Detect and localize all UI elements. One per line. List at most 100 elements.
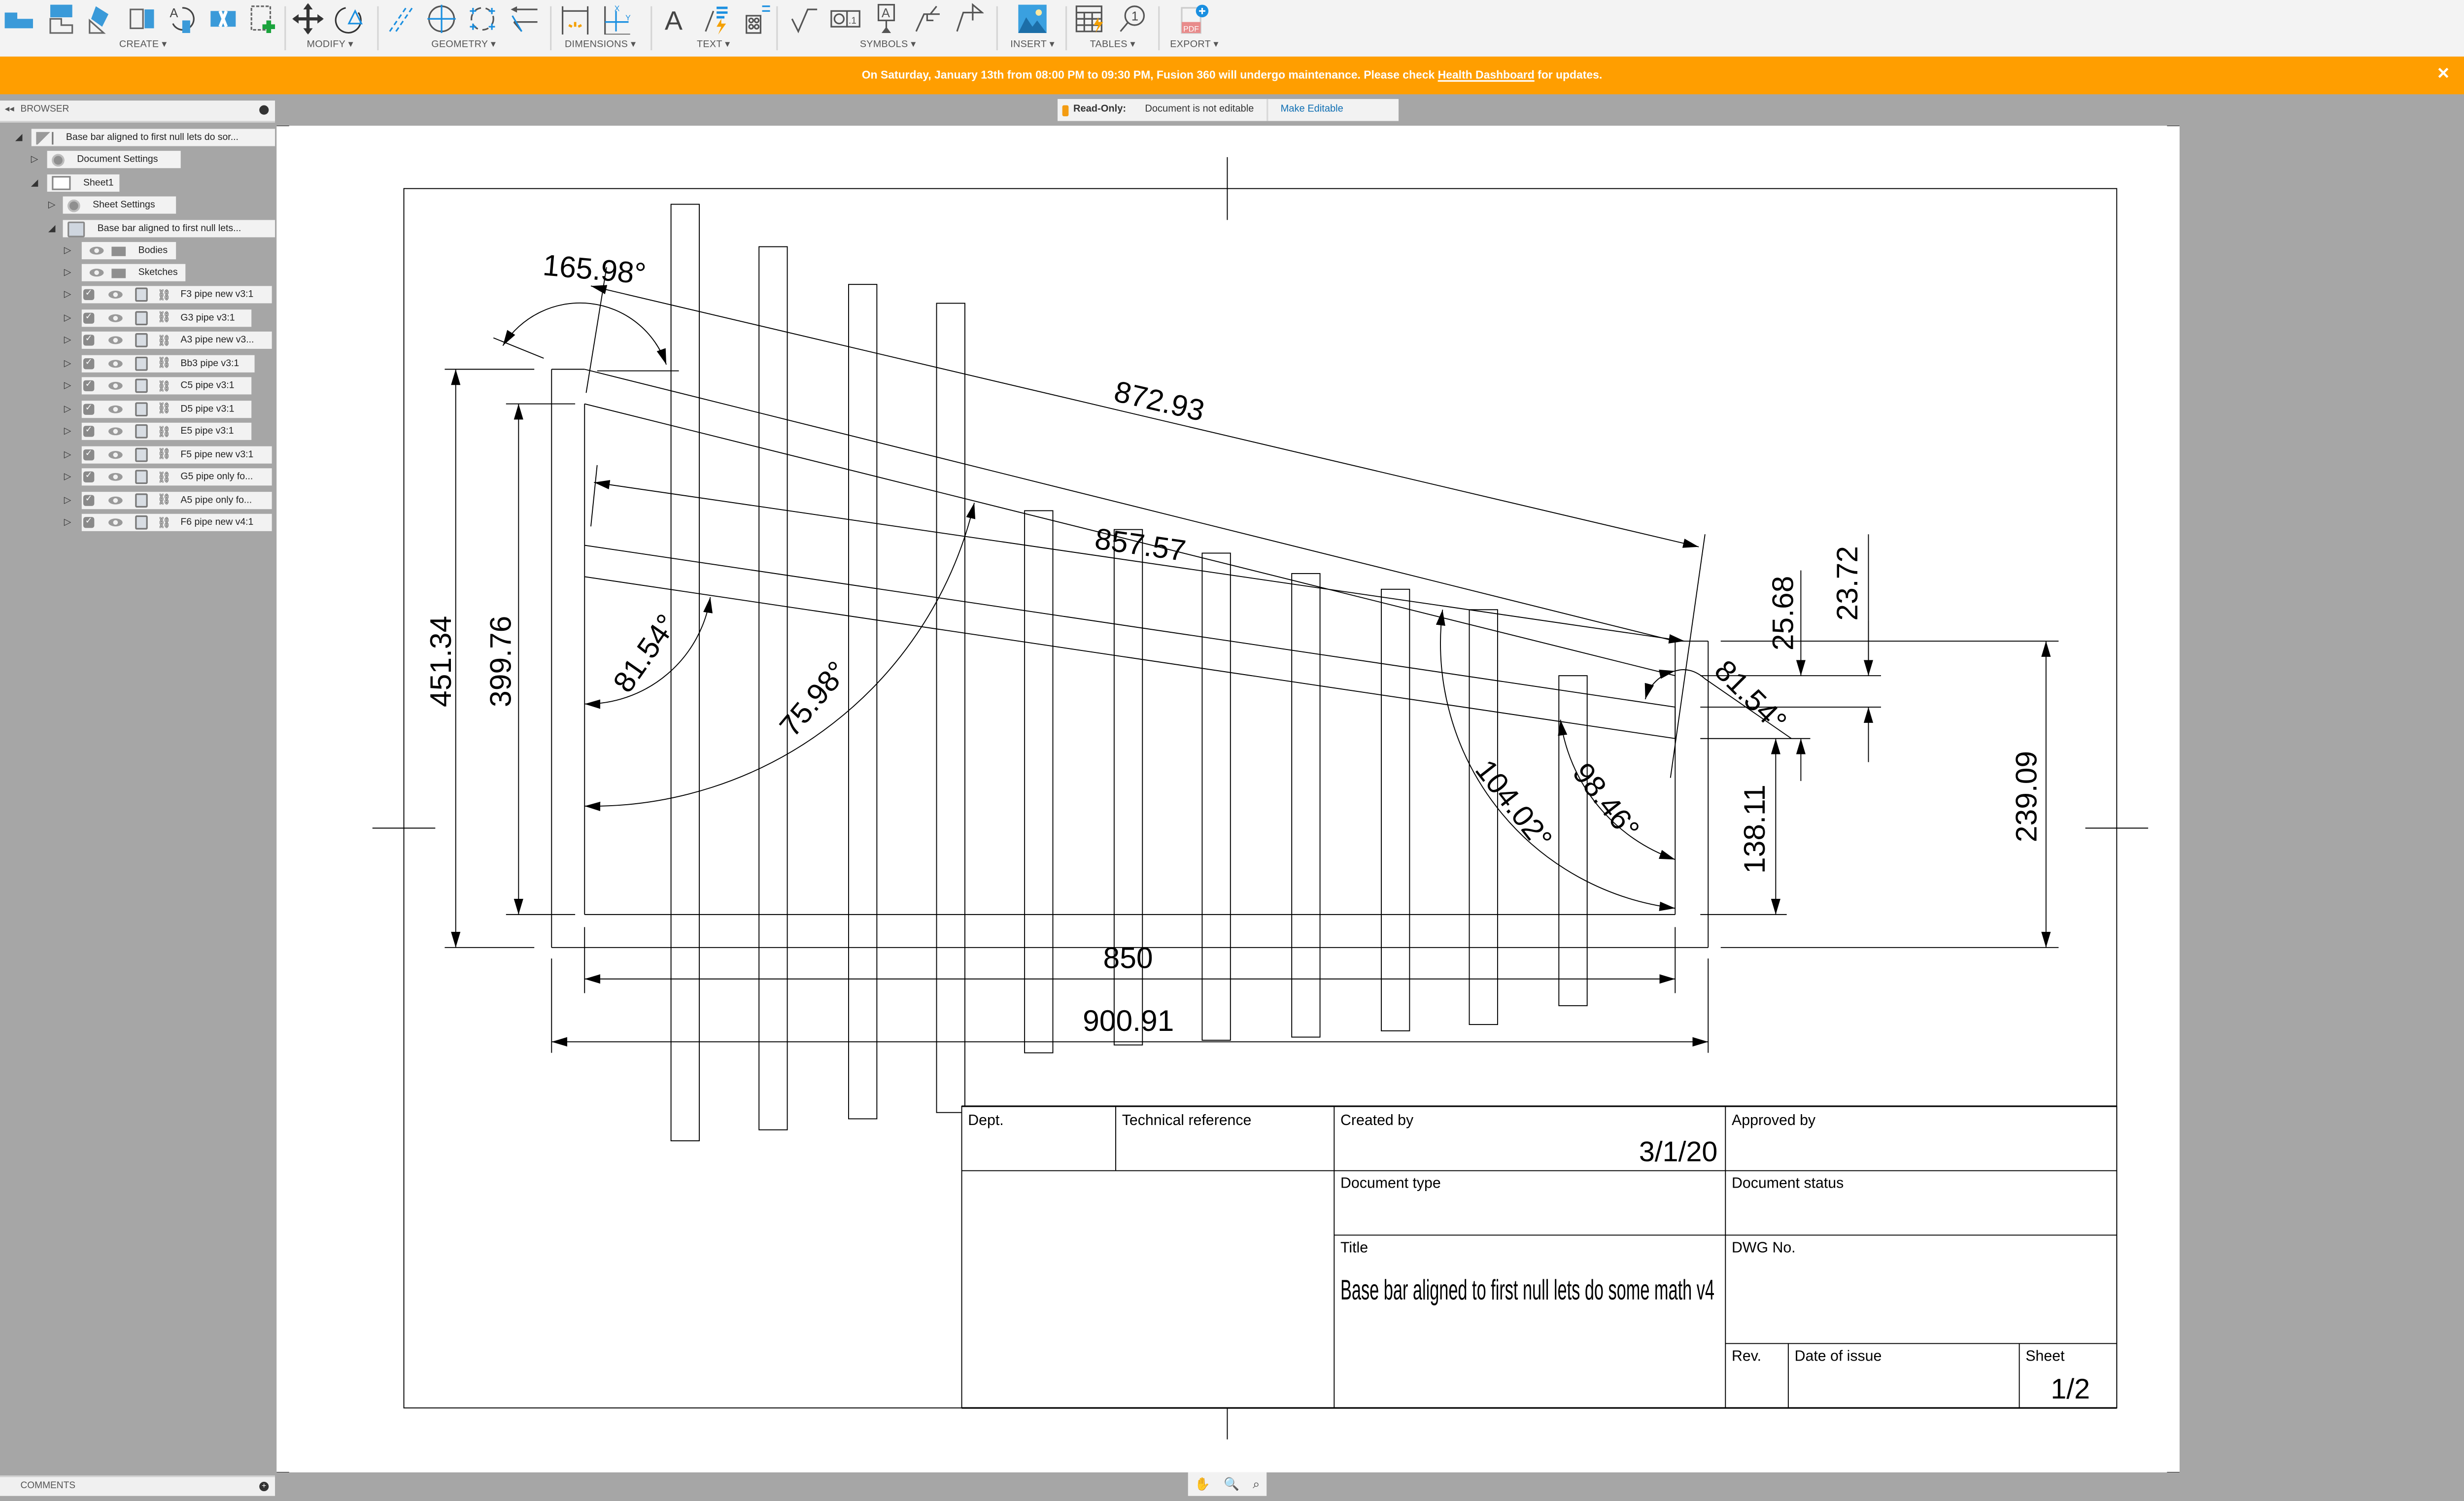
add-comment-icon[interactable]: + bbox=[259, 1482, 269, 1492]
tree-node-bodies[interactable]: ▷ Bodies bbox=[0, 242, 276, 260]
create-menu[interactable]: CREATE ▾ bbox=[3, 39, 283, 50]
checkbox-icon[interactable]: ✓ bbox=[83, 448, 95, 460]
eye-icon[interactable] bbox=[108, 381, 123, 390]
eye-icon[interactable] bbox=[108, 518, 123, 527]
section-view-icon[interactable] bbox=[85, 3, 116, 34]
tree-node-sheet-settings[interactable]: ▷ Sheet Settings bbox=[0, 196, 276, 214]
base-view-icon[interactable] bbox=[3, 3, 34, 34]
geometry-menu[interactable]: GEOMETRY ▾ bbox=[385, 39, 542, 50]
collapse-triangle-icon[interactable]: ◢ bbox=[14, 132, 24, 143]
tree-node-view[interactable]: ◢ Base bar aligned to first null lets... bbox=[0, 220, 276, 238]
tree-node-component[interactable]: ▷ ✓ ⛓ A5 pipe only fo... bbox=[0, 491, 276, 509]
surface-texture-icon[interactable] bbox=[789, 3, 821, 34]
tree-node-component[interactable]: ▷ ✓ ⛓ A3 pipe new v3... bbox=[0, 331, 276, 349]
rotate-icon[interactable] bbox=[333, 3, 365, 34]
tree-node-component[interactable]: ▷ ✓ ⛓ F6 pipe new v4:1 bbox=[0, 513, 276, 531]
eye-icon[interactable] bbox=[89, 246, 104, 255]
expand-triangle-icon[interactable]: ▷ bbox=[63, 267, 72, 278]
checkbox-icon[interactable]: ✓ bbox=[83, 380, 95, 392]
eye-icon[interactable] bbox=[108, 336, 123, 344]
checkbox-icon[interactable]: ✓ bbox=[83, 357, 95, 369]
expand-triangle-icon[interactable]: ▷ bbox=[63, 289, 72, 300]
checkbox-icon[interactable]: ✓ bbox=[83, 494, 95, 506]
tree-node-component[interactable]: ▷ ✓ ⛓ F3 pipe new v3:1 bbox=[0, 286, 276, 304]
tree-node-component[interactable]: ▷ ✓ ⛓ G3 pipe v3:1 bbox=[0, 308, 276, 326]
expand-triangle-icon[interactable]: ▷ bbox=[63, 472, 72, 482]
balloon-icon[interactable]: 1 bbox=[1116, 3, 1147, 34]
checkbox-icon[interactable]: ✓ bbox=[83, 335, 95, 346]
eye-icon[interactable] bbox=[108, 427, 123, 436]
rotate-view-icon[interactable]: A bbox=[167, 3, 198, 34]
dimensions-menu[interactable]: DIMENSIONS ▾ bbox=[559, 39, 641, 50]
expand-triangle-icon[interactable]: ▷ bbox=[63, 517, 72, 528]
text-menu[interactable]: TEXT ▾ bbox=[660, 39, 767, 50]
tree-node-component[interactable]: ▷ ✓ ⛓ D5 pipe v3:1 bbox=[0, 400, 276, 417]
export-pdf-icon[interactable]: PDF bbox=[1179, 3, 1210, 34]
projected-view-icon[interactable] bbox=[44, 3, 75, 34]
collapse-triangle-icon[interactable]: ◢ bbox=[47, 223, 57, 234]
tables-menu[interactable]: TABLES ▾ bbox=[1075, 39, 1150, 50]
sketch-add-icon[interactable] bbox=[248, 3, 280, 34]
eye-icon[interactable] bbox=[108, 359, 123, 367]
eye-icon[interactable] bbox=[108, 473, 123, 481]
browser-pin-icon[interactable] bbox=[259, 105, 269, 115]
tree-node-sheet1[interactable]: ◢ Sheet1 bbox=[0, 174, 276, 192]
tree-node-component[interactable]: ▷ ✓ ⛓ G5 pipe only fo... bbox=[0, 468, 276, 486]
zoom-window-icon[interactable]: 🔍 bbox=[1224, 1477, 1239, 1491]
eye-icon[interactable] bbox=[108, 313, 123, 322]
export-menu[interactable]: EXPORT ▾ bbox=[1166, 39, 1223, 50]
drawing-sheet[interactable]: 165.98° 872.93 857.57 81.54° 75.98° 81.5… bbox=[276, 126, 2180, 1472]
expand-triangle-icon[interactable]: ▷ bbox=[63, 335, 72, 345]
eye-icon[interactable] bbox=[108, 290, 123, 299]
health-dashboard-link[interactable]: Health Dashboard bbox=[1438, 68, 1535, 82]
table-icon[interactable] bbox=[1075, 3, 1106, 34]
checkbox-icon[interactable]: ✓ bbox=[83, 403, 95, 414]
insert-image-icon[interactable] bbox=[1017, 3, 1048, 34]
feature-control-frame-icon[interactable]: .1 bbox=[830, 3, 861, 34]
welding-symbol-icon[interactable] bbox=[912, 3, 943, 34]
expand-triangle-icon[interactable]: ▷ bbox=[63, 312, 72, 323]
checkbox-icon[interactable]: ✓ bbox=[83, 471, 95, 482]
modify-menu[interactable]: MODIFY ▾ bbox=[292, 39, 368, 50]
expand-triangle-icon[interactable]: ▷ bbox=[63, 403, 72, 414]
center-mark-pattern-icon[interactable] bbox=[467, 3, 498, 34]
make-editable-button[interactable]: Make Editable bbox=[1281, 99, 1343, 121]
expand-triangle-icon[interactable]: ▷ bbox=[47, 200, 57, 210]
tree-node-component[interactable]: ▷ ✓ ⛓ E5 pipe v3:1 bbox=[0, 422, 276, 440]
close-icon[interactable]: ✕ bbox=[2437, 57, 2450, 95]
balloon-note-icon[interactable] bbox=[742, 3, 773, 34]
eye-icon[interactable] bbox=[108, 405, 123, 413]
tree-node-document-settings[interactable]: ▷ Document Settings bbox=[0, 151, 276, 169]
text-icon[interactable]: A bbox=[660, 3, 691, 35]
insert-menu[interactable]: INSERT ▾ bbox=[1006, 39, 1059, 50]
expand-triangle-icon[interactable]: ▷ bbox=[63, 245, 72, 256]
edge-symbol-icon[interactable] bbox=[952, 3, 984, 34]
expand-triangle-icon[interactable]: ▷ bbox=[63, 357, 72, 369]
break-view-icon[interactable] bbox=[207, 3, 239, 34]
tree-node-sketches[interactable]: ▷ Sketches bbox=[0, 264, 276, 281]
expand-triangle-icon[interactable]: ▷ bbox=[63, 380, 72, 391]
datum-identifier-icon[interactable]: A bbox=[871, 3, 902, 34]
eye-icon[interactable] bbox=[108, 496, 123, 504]
detail-view-icon[interactable] bbox=[126, 3, 157, 34]
expand-triangle-icon[interactable]: ▷ bbox=[63, 494, 72, 505]
checkbox-icon[interactable]: ✓ bbox=[83, 426, 95, 437]
collapse-browser-icon[interactable]: ◂◂ bbox=[5, 101, 14, 121]
eye-icon[interactable] bbox=[89, 269, 104, 277]
edge-extension-icon[interactable] bbox=[508, 3, 539, 34]
zoom-fit-icon[interactable]: ⌕ bbox=[1253, 1476, 1260, 1492]
centerline-icon[interactable] bbox=[385, 3, 416, 34]
tree-node-component[interactable]: ▷ ✓ ⛓ C5 pipe v3:1 bbox=[0, 377, 276, 395]
leader-text-icon[interactable] bbox=[701, 3, 732, 35]
pan-icon[interactable]: ✋ bbox=[1195, 1477, 1210, 1491]
eye-icon[interactable] bbox=[108, 450, 123, 458]
expand-triangle-icon[interactable]: ▷ bbox=[63, 448, 72, 460]
checkbox-icon[interactable]: ✓ bbox=[83, 289, 95, 301]
tree-node-component[interactable]: ▷ ✓ ⛓ Bb3 pipe v3:1 bbox=[0, 354, 276, 372]
ordinate-dimension-icon[interactable]: XY bbox=[600, 3, 632, 35]
checkbox-icon[interactable]: ✓ bbox=[83, 517, 95, 528]
checkbox-icon[interactable]: ✓ bbox=[83, 311, 95, 323]
collapse-triangle-icon[interactable]: ◢ bbox=[30, 177, 39, 189]
move-icon[interactable] bbox=[292, 3, 324, 35]
symbols-menu[interactable]: SYMBOLS ▾ bbox=[789, 39, 987, 50]
